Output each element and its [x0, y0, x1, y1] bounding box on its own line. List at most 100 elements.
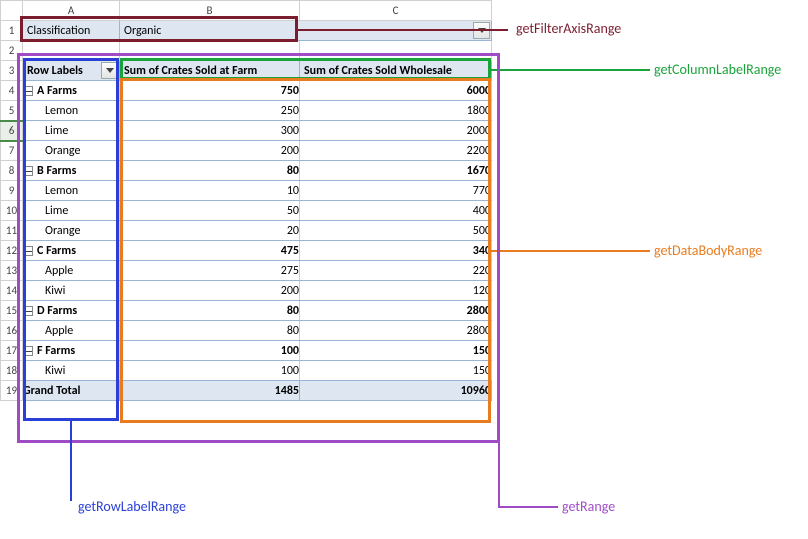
cell-v1[interactable]: 250: [120, 101, 300, 121]
row-header-18[interactable]: 18: [1, 361, 23, 381]
table-row: 18 Kiwi 100150: [1, 361, 492, 381]
row-label-text: Kiwi: [45, 364, 65, 378]
cell-v1[interactable]: 300: [120, 121, 300, 141]
table-row: 6 Lime 3002000: [1, 121, 492, 141]
grand-total-v1[interactable]: 1485: [120, 381, 300, 401]
row-header-5[interactable]: 5: [1, 101, 23, 121]
cell-v1[interactable]: 80: [120, 321, 300, 341]
row-label-text: Kiwi: [45, 284, 65, 298]
chevron-down-icon: [106, 68, 114, 73]
cell-v2[interactable]: 220: [300, 261, 492, 281]
annotation-line-range-v: [498, 441, 500, 506]
grand-total-v2[interactable]: 10960: [300, 381, 492, 401]
item-label[interactable]: Orange: [23, 141, 120, 161]
row-header-19[interactable]: 19: [1, 381, 23, 401]
cell-v2[interactable]: 2000: [300, 121, 492, 141]
row-header-9[interactable]: 9: [1, 181, 23, 201]
table-row: 13Apple275220: [1, 261, 492, 281]
table-row: 8B Farms801670: [1, 161, 492, 181]
item-label[interactable]: Orange: [23, 221, 120, 241]
column-label-2[interactable]: Sum of Crates Sold Wholesale: [300, 61, 492, 81]
cell-v2[interactable]: 150: [300, 341, 492, 361]
row-header-17[interactable]: 17: [1, 341, 23, 361]
col-header-B[interactable]: B: [120, 1, 300, 21]
row-header-14[interactable]: 14: [1, 281, 23, 301]
table-row: 9Lemon10770: [1, 181, 492, 201]
annotation-line-column-label: [491, 69, 650, 71]
cell-v1[interactable]: 275: [120, 261, 300, 281]
cell-v1[interactable]: 100: [120, 361, 300, 381]
row-header-12[interactable]: 12: [1, 241, 23, 261]
item-label[interactable]: Apple: [23, 261, 120, 281]
cell-v2[interactable]: 6000: [300, 81, 492, 101]
row-header-13[interactable]: 13: [1, 261, 23, 281]
table-row: 11Orange20500: [1, 221, 492, 241]
cell-v2[interactable]: 1670: [300, 161, 492, 181]
group-label[interactable]: D Farms: [23, 301, 120, 321]
cell-v2[interactable]: 2200: [300, 141, 492, 161]
row-header-8[interactable]: 8: [1, 161, 23, 181]
row-labels-header[interactable]: Row Labels: [23, 61, 120, 81]
row-label-text: Lime: [45, 124, 68, 138]
row-header-10[interactable]: 10: [1, 201, 23, 221]
row-header-1[interactable]: 1: [1, 21, 23, 41]
collapse-button[interactable]: [23, 86, 33, 96]
cell-v1[interactable]: 100: [120, 341, 300, 361]
cell-v1[interactable]: 20: [120, 221, 300, 241]
cell-v1[interactable]: 50: [120, 201, 300, 221]
item-label[interactable]: Lemon: [23, 101, 120, 121]
row-label-text: A Farms: [37, 84, 77, 98]
cell-v1[interactable]: 200: [120, 281, 300, 301]
row-header-16[interactable]: 16: [1, 321, 23, 341]
filter-field-label[interactable]: Classification: [23, 21, 120, 41]
collapse-button[interactable]: [23, 246, 33, 256]
cell-v2[interactable]: 2800: [300, 301, 492, 321]
row-header-6[interactable]: 6: [1, 121, 23, 141]
grand-total-label[interactable]: Grand Total: [23, 381, 120, 401]
collapse-button[interactable]: [23, 166, 33, 176]
cell-v1[interactable]: 475: [120, 241, 300, 261]
table-row: 12 C Farms 475340: [1, 241, 492, 261]
col-header-A[interactable]: A: [23, 1, 120, 21]
annotation-line-filter-axis: [298, 29, 508, 31]
row-header-3[interactable]: 3: [1, 61, 23, 81]
cell-v1[interactable]: 80: [120, 161, 300, 181]
collapse-button[interactable]: [23, 306, 33, 316]
cell-v1[interactable]: 750: [120, 81, 300, 101]
cell-v2[interactable]: 1800: [300, 101, 492, 121]
cell-v2[interactable]: 500: [300, 221, 492, 241]
cell-v2[interactable]: 400: [300, 201, 492, 221]
row-label-text: C Farms: [37, 244, 76, 258]
cell-v2[interactable]: 340: [300, 241, 492, 261]
table-row: 7Orange2002200: [1, 141, 492, 161]
cell-v2[interactable]: 120: [300, 281, 492, 301]
item-label[interactable]: Lime: [23, 201, 120, 221]
item-label[interactable]: Kiwi: [23, 361, 120, 381]
table-row: 10Lime50400: [1, 201, 492, 221]
table-row: 17F Farms100150: [1, 341, 492, 361]
group-label[interactable]: A Farms: [23, 81, 120, 101]
row-header-15[interactable]: 15: [1, 301, 23, 321]
cell-v2[interactable]: 770: [300, 181, 492, 201]
item-label[interactable]: Lemon: [23, 181, 120, 201]
row-header-11[interactable]: 11: [1, 221, 23, 241]
item-label[interactable]: Lime: [23, 121, 120, 141]
column-label-1[interactable]: Sum of Crates Sold at Farm: [120, 61, 300, 81]
group-label[interactable]: C Farms: [23, 241, 120, 261]
cell-v1[interactable]: 80: [120, 301, 300, 321]
cell-v2[interactable]: 150: [300, 361, 492, 381]
cell-v1[interactable]: 200: [120, 141, 300, 161]
col-header-C[interactable]: C: [300, 1, 492, 21]
cell-v2[interactable]: 2800: [300, 321, 492, 341]
row-header-2[interactable]: 2: [1, 41, 23, 61]
row-header-4[interactable]: 4: [1, 81, 23, 101]
item-label[interactable]: Apple: [23, 321, 120, 341]
collapse-button[interactable]: [23, 346, 33, 356]
item-label[interactable]: Kiwi: [23, 281, 120, 301]
cell-v1[interactable]: 10: [120, 181, 300, 201]
select-all-corner[interactable]: [1, 1, 23, 21]
group-label[interactable]: B Farms: [23, 161, 120, 181]
row-labels-dropdown[interactable]: [101, 62, 118, 79]
group-label[interactable]: F Farms: [23, 341, 120, 361]
row-header-7[interactable]: 7: [1, 141, 23, 161]
